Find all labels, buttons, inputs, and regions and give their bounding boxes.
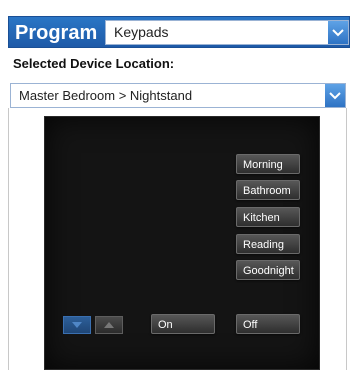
device-location-value: Master Bedroom > Nightstand bbox=[19, 88, 193, 103]
program-dropdown-button[interactable] bbox=[328, 21, 348, 44]
keypad-button-kitchen[interactable]: Kitchen bbox=[236, 207, 300, 227]
device-location-dropdown-button[interactable] bbox=[325, 84, 345, 107]
chevron-down-icon bbox=[329, 91, 341, 99]
chevron-down-icon bbox=[332, 28, 344, 36]
keypad-button-reading[interactable]: Reading bbox=[236, 234, 300, 254]
chevron-up-icon bbox=[104, 322, 114, 328]
keypad-button-goodnight[interactable]: Goodnight bbox=[236, 260, 300, 280]
device-location-label: Selected Device Location: bbox=[13, 56, 175, 71]
program-title: Program bbox=[15, 22, 98, 44]
program-header: Program Keypads bbox=[8, 16, 350, 48]
top-strip bbox=[0, 0, 350, 16]
program-type-value: Keypads bbox=[114, 24, 169, 40]
divider-left bbox=[8, 108, 9, 370]
keypad-panel: Morning Bathroom Kitchen Reading Goodnig… bbox=[44, 116, 320, 370]
off-button[interactable]: Off bbox=[236, 314, 300, 334]
raise-button[interactable] bbox=[95, 316, 123, 334]
chevron-down-icon bbox=[72, 322, 82, 328]
keypad-button-morning[interactable]: Morning bbox=[236, 154, 300, 174]
on-button[interactable]: On bbox=[151, 314, 215, 334]
divider-right bbox=[346, 108, 347, 370]
device-location-dropdown[interactable]: Master Bedroom > Nightstand bbox=[10, 83, 346, 108]
keypad-button-bathroom[interactable]: Bathroom bbox=[236, 180, 300, 200]
lower-button[interactable] bbox=[63, 316, 91, 334]
program-type-dropdown[interactable]: Keypads bbox=[105, 20, 349, 45]
